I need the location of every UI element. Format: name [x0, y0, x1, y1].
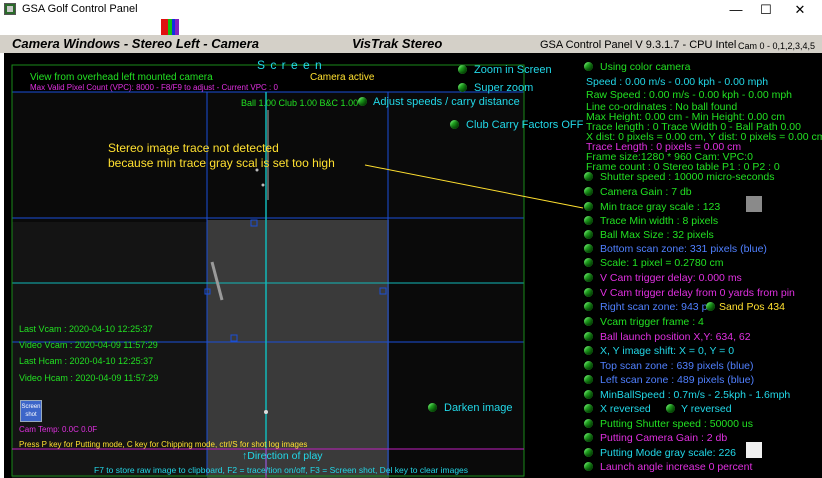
y-reversed-label[interactable]: Y reversed: [681, 403, 732, 416]
ball-max-toggle[interactable]: [584, 230, 593, 239]
launch-angle-increase[interactable]: Launch angle increase 0 percent: [600, 461, 752, 474]
adjust-speeds-toggle[interactable]: [358, 97, 367, 106]
putt-gray-toggle[interactable]: [584, 448, 593, 457]
press-keys-hint: Press P key for Putting mode, C key for …: [19, 440, 308, 449]
putting-shutter-speed[interactable]: Putting Shutter speed : 50000 us: [600, 418, 753, 431]
vcam-trigger-frame[interactable]: Vcam trigger frame : 4: [600, 316, 704, 329]
putt-gain-toggle[interactable]: [584, 433, 593, 442]
launch-angle-toggle[interactable]: [584, 462, 593, 471]
putting-gray-swatch: [746, 442, 762, 458]
video-vcam: Video Vcam : 2020-04-09 11:57:29: [19, 340, 158, 350]
putting-camera-gain[interactable]: Putting Camera Gain : 2 db: [600, 432, 727, 445]
vcam-delay-toggle[interactable]: [584, 273, 593, 282]
right-scan-toggle[interactable]: [584, 302, 593, 311]
darken-image-toggle[interactable]: [428, 403, 437, 412]
max-pixel-count: Max Valid Pixel Count (VPC): 8000 - F8/F…: [30, 83, 278, 92]
putt-shutter-toggle[interactable]: [584, 419, 593, 428]
putting-gray-scale[interactable]: Putting Mode gray scale: 226: [600, 447, 736, 460]
scale-readout[interactable]: Scale: 1 pixel = 0.2780 cm: [600, 257, 723, 270]
scale-toggle[interactable]: [584, 258, 593, 267]
left-scan-toggle[interactable]: [584, 375, 593, 384]
ball-max-size[interactable]: Ball Max Size : 32 pixels: [600, 229, 714, 242]
trace-min-width-toggle[interactable]: [584, 216, 593, 225]
club-carry-toggle[interactable]: [450, 120, 459, 129]
vcam-trigger-delay-yards[interactable]: V Cam trigger delay from 0 yards from pi…: [600, 287, 795, 300]
shutter-toggle[interactable]: [584, 172, 593, 181]
darken-image-label[interactable]: Darken image: [444, 402, 512, 415]
using-color-label[interactable]: Using color camera: [600, 61, 690, 74]
x-reversed-toggle[interactable]: [584, 404, 593, 413]
cam-temp: Cam Temp: 0.0C 0.0F: [19, 425, 98, 434]
super-zoom-label[interactable]: Super zoom: [474, 82, 533, 95]
zoom-in-toggle[interactable]: [458, 65, 467, 74]
right-scan-zone[interactable]: Right scan zone: 943 px: [600, 301, 713, 314]
top-scan-toggle[interactable]: [584, 361, 593, 370]
direction-of-play: ↑Direction of play: [242, 450, 323, 462]
ball-launch-toggle[interactable]: [584, 332, 593, 341]
vcam-frame-toggle[interactable]: [584, 317, 593, 326]
raw-speed-readout: Raw Speed : 0.00 m/s - 0.00 kph - 0.00 m…: [586, 89, 793, 101]
annotation-note: Stereo image trace not detected because …: [108, 141, 335, 170]
bottom-scan-toggle[interactable]: [584, 244, 593, 253]
min-ball-speed-toggle[interactable]: [584, 390, 593, 399]
camera-gain[interactable]: Camera Gain : 7 db: [600, 186, 692, 199]
ball-club-factors: Ball 1.00 Club 1.00 B&C 1.00: [241, 98, 359, 108]
video-hcam: Video Hcam : 2020-04-09 11:57:29: [19, 373, 159, 383]
x-reversed-label[interactable]: X reversed: [600, 403, 651, 416]
speed-readout: Speed : 0.00 m/s - 0.00 kph - 0.00 mph: [586, 76, 769, 88]
top-scan-zone[interactable]: Top scan zone : 639 pixels (blue): [600, 360, 754, 373]
using-color-toggle[interactable]: [584, 62, 593, 71]
function-keys-hint: F7 to store raw image to clipboard, F2 =…: [94, 465, 469, 475]
xy-image-shift[interactable]: X, Y image shift: X = 0, Y = 0: [600, 345, 734, 358]
left-scan-zone[interactable]: Left scan zone : 489 pixels (blue): [600, 374, 754, 387]
zoom-in-label[interactable]: Zoom in Screen: [474, 64, 552, 77]
min-ball-speed[interactable]: MinBallSpeed : 0.7m/s - 2.5kph - 1.6mph: [600, 389, 790, 402]
super-zoom-toggle[interactable]: [458, 83, 467, 92]
trace-min-width[interactable]: Trace Min width : 8 pixels: [600, 215, 718, 228]
shutter-speed[interactable]: Shutter speed : 10000 micro-seconds: [600, 171, 775, 184]
adjust-speeds-label[interactable]: Adjust speeds / carry distance: [373, 96, 520, 109]
xy-shift-toggle[interactable]: [584, 346, 593, 355]
club-carry-label[interactable]: Club Carry Factors OFF: [466, 119, 583, 132]
sand-pos-toggle[interactable]: [706, 302, 715, 311]
min-trace-gray-toggle[interactable]: [584, 202, 593, 211]
gain-toggle[interactable]: [584, 187, 593, 196]
ball-launch-position[interactable]: Ball launch position X,Y: 634, 62: [600, 331, 751, 344]
camera-active-label: Camera active: [310, 72, 375, 83]
sand-pos[interactable]: Sand Pos 434: [719, 301, 785, 314]
screen-shot-button[interactable]: Screen shot: [20, 400, 42, 422]
last-hcam: Last Hcam : 2020-04-10 12:25:37: [19, 356, 154, 366]
last-vcam: Last Vcam : 2020-04-10 12:25:37: [19, 324, 153, 334]
min-trace-gray-scale[interactable]: Min trace gray scale : 123: [600, 201, 720, 214]
vcam-trigger-delay[interactable]: V Cam trigger delay: 0.000 ms: [600, 272, 742, 285]
gray-scale-swatch: [746, 196, 762, 212]
vcam-delay2-toggle[interactable]: [584, 288, 593, 297]
y-reversed-toggle[interactable]: [666, 404, 675, 413]
bottom-scan-zone[interactable]: Bottom scan zone: 331 pixels (blue): [600, 243, 767, 256]
